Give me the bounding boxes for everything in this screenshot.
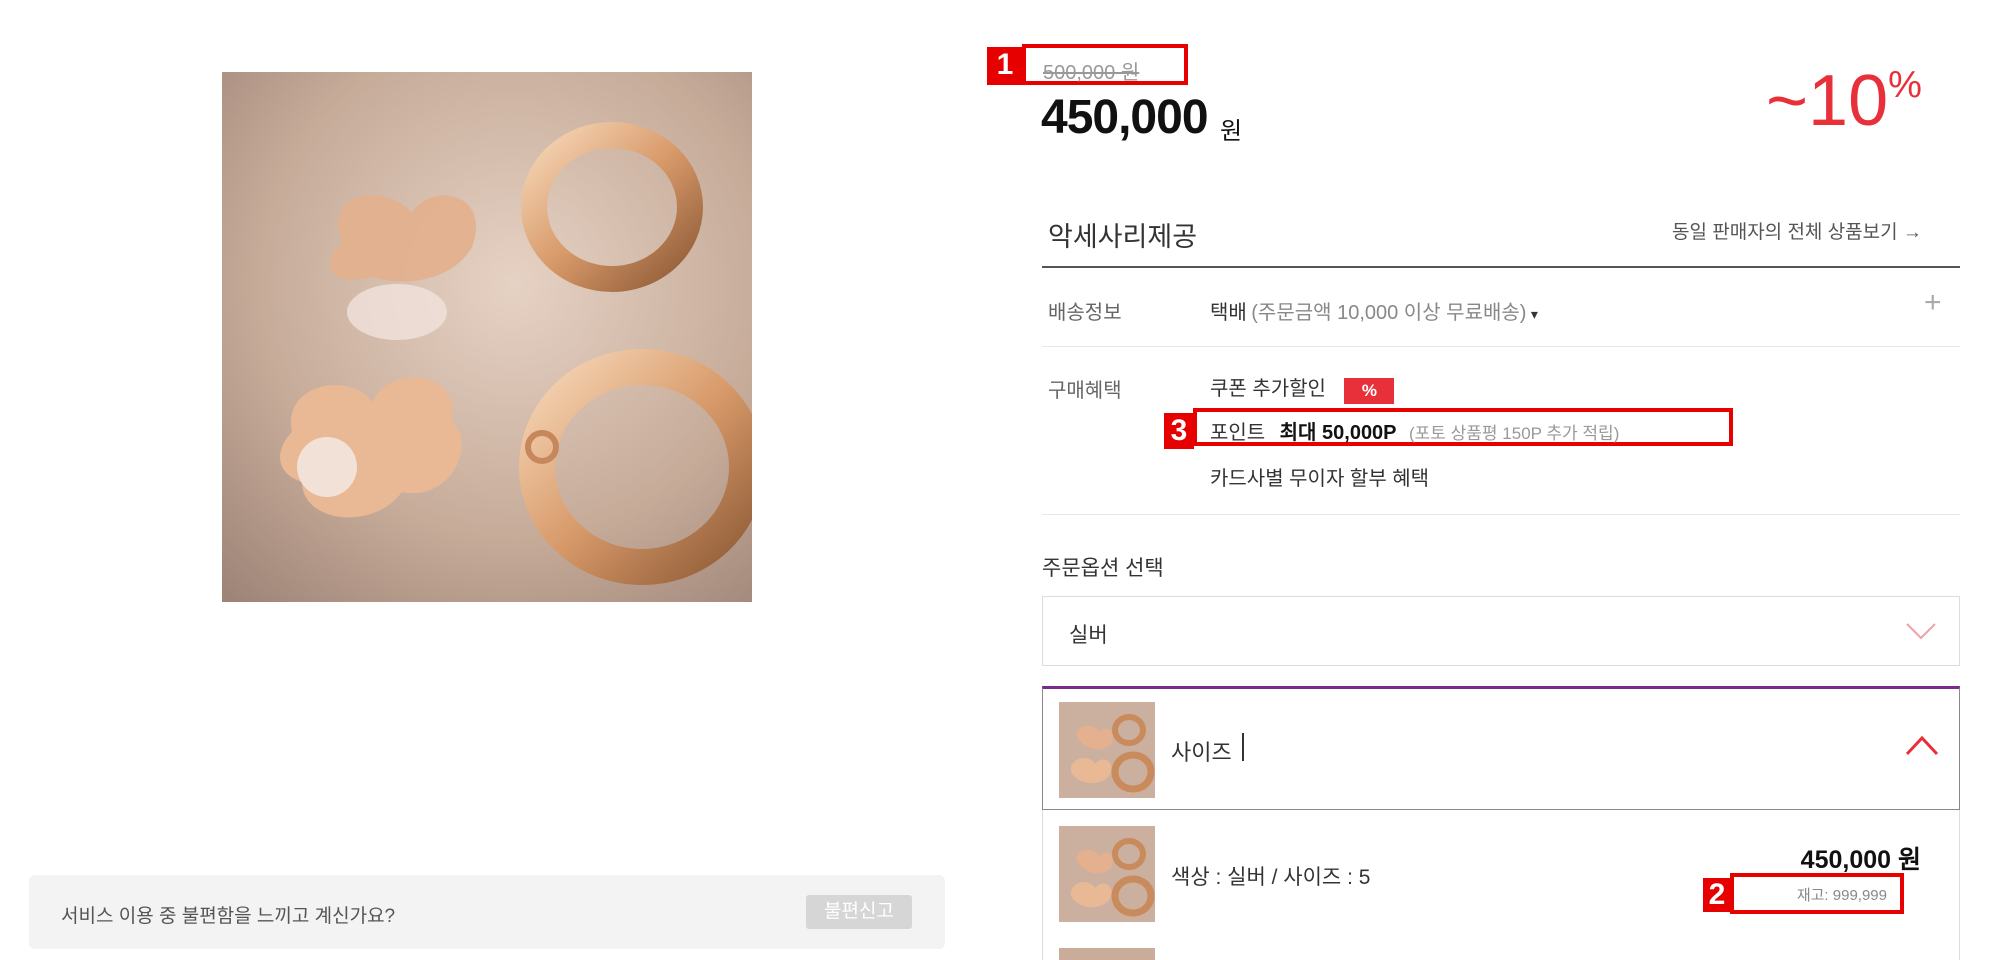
service-notice-message: 서비스 이용 중 불편함을 느끼고 계신가요? [61, 906, 396, 927]
seller-all-products-link[interactable]: 동일 판매자의 전체 상품보기 → [1672, 217, 1922, 244]
annotation-marker-2: 2 [1703, 878, 1731, 912]
sale-price-unit: 원 [1220, 118, 1243, 145]
sale-price: 450,000 [1041, 91, 1209, 144]
chevron-down-icon: ▾ [1530, 306, 1538, 322]
benefits-label: 구매혜택 [1048, 380, 1122, 402]
annotation-marker-1: 1 [987, 47, 1023, 85]
order-option-title: 주문옵션 선택 [1042, 557, 1164, 580]
product-image [222, 72, 765, 602]
shipping-divider [1042, 346, 1960, 347]
shipping-info[interactable]: 택배 (주문금액 10,000 이상 무료배송) ▾ [1210, 296, 1538, 325]
selected-item-thumbnail [1059, 826, 1155, 922]
point-value: 최대 50,000P [1279, 422, 1397, 444]
size-select[interactable]: 사이즈 [1042, 686, 1960, 810]
point-note: (포토 상품평 150P 추가 적립) [1408, 424, 1620, 443]
selected-item-price: 450,000 원 [1800, 846, 1921, 874]
chevron-down-icon [1906, 623, 1936, 640]
seller-divider [1042, 266, 1960, 268]
report-button[interactable]: 불편신고 [806, 895, 912, 929]
seller-name[interactable]: 악세사리제공 [1048, 215, 1197, 254]
card-installment-benefit: 카드사별 무이자 할부 혜택 [1210, 468, 1430, 490]
service-notice-bar: 서비스 이용 중 불편함을 느끼고 계신가요? 불편신고 [29, 875, 945, 949]
chevron-up-icon[interactable] [1905, 735, 1939, 757]
option-thumbnail [1059, 702, 1155, 798]
color-select-value: 실버 [1069, 624, 1108, 647]
selected-item-desc: 색상 : 실버 / 사이즈 : 5 [1171, 866, 1371, 889]
plus-icon[interactable]: + [1924, 286, 1942, 320]
point-label: 포인트 [1210, 422, 1266, 444]
point-benefit: 포인트 최대 50,000P (포토 상품평 150P 추가 적립) [1210, 416, 1619, 445]
annotation-box-2 [1730, 873, 1904, 914]
discount-rate: ~10% [1766, 60, 1922, 142]
size-select-input[interactable]: 사이즈 [1171, 735, 1232, 767]
coupon-badge[interactable]: % [1344, 377, 1395, 404]
discount-value: ~10 [1766, 61, 1889, 141]
text-cursor [1242, 733, 1244, 761]
coupon-discount[interactable]: 쿠폰 추가할인 % [1210, 372, 1395, 404]
shipping-note: (주문금액 10,000 이상 무료배송) [1251, 302, 1527, 324]
shipping-method: 택배 [1210, 302, 1247, 324]
coupon-label: 쿠폰 추가할인 [1210, 378, 1326, 400]
original-price: 500,000 원 [1043, 62, 1140, 84]
benefits-divider [1042, 514, 1960, 515]
color-select[interactable]: 실버 [1042, 596, 1960, 666]
next-item-thumbnail [1059, 948, 1155, 960]
annotation-marker-3: 3 [1164, 413, 1194, 449]
discount-unit: % [1888, 64, 1922, 106]
shipping-label: 배송정보 [1048, 302, 1122, 324]
